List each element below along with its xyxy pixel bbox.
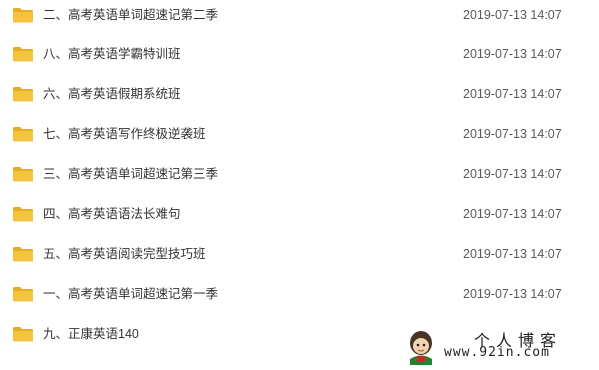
folder-icon bbox=[12, 246, 34, 262]
modified-date: 2019-07-13 14:07 bbox=[463, 247, 562, 261]
folder-row[interactable]: 六、高考英语假期系统班 2019-07-13 14:07 bbox=[0, 80, 599, 120]
folder-row[interactable]: 三、高考英语单词超速记第三季 2019-07-13 14:07 bbox=[0, 160, 599, 200]
folder-name: 五、高考英语阅读完型技巧班 bbox=[43, 247, 206, 261]
modified-date: 2019-07-13 14:07 bbox=[463, 127, 562, 141]
folder-icon bbox=[12, 286, 34, 302]
folder-icon bbox=[12, 126, 34, 142]
folder-row[interactable]: 一、高考英语单词超速记第一季 2019-07-13 14:07 bbox=[0, 280, 599, 320]
watermark-url: www.92in.com bbox=[444, 345, 550, 360]
modified-date: 2019-07-13 14:07 bbox=[463, 207, 562, 221]
folder-name: 一、高考英语单词超速记第一季 bbox=[43, 287, 219, 301]
modified-date: 2019-07-13 14:07 bbox=[463, 8, 562, 22]
folder-icon bbox=[12, 206, 34, 222]
mascot-logo bbox=[404, 325, 438, 365]
folder-icon bbox=[12, 166, 34, 182]
modified-date: 2019-07-13 14:07 bbox=[463, 47, 562, 61]
site-watermark: 个人博客 www.92in.com bbox=[404, 325, 596, 365]
folder-row[interactable]: 二、高考英语单词超速记第二季 2019-07-13 14:07 bbox=[0, 0, 599, 40]
folder-name: 八、高考英语学霸特训班 bbox=[43, 47, 181, 61]
folder-name: 七、高考英语写作终极逆袭班 bbox=[43, 127, 206, 141]
file-list: 二、高考英语单词超速记第二季 2019-07-13 14:07 八、高考英语学霸… bbox=[0, 0, 599, 360]
folder-name: 六、高考英语假期系统班 bbox=[43, 87, 181, 101]
folder-row[interactable]: 四、高考英语语法长难句 2019-07-13 14:07 bbox=[0, 200, 599, 240]
folder-row[interactable]: 五、高考英语阅读完型技巧班 2019-07-13 14:07 bbox=[0, 240, 599, 280]
folder-icon bbox=[12, 86, 34, 102]
modified-date: 2019-07-13 14:07 bbox=[463, 87, 562, 101]
folder-icon bbox=[12, 326, 34, 342]
modified-date: 2019-07-13 14:07 bbox=[463, 167, 562, 181]
folder-row[interactable]: 八、高考英语学霸特训班 2019-07-13 14:07 bbox=[0, 40, 599, 80]
folder-name: 四、高考英语语法长难句 bbox=[43, 207, 181, 221]
modified-date: 2019-07-13 14:07 bbox=[463, 287, 562, 301]
folder-name: 二、高考英语单词超速记第二季 bbox=[43, 8, 219, 22]
folder-icon bbox=[12, 7, 34, 23]
folder-name: 九、正康英语140 bbox=[43, 327, 139, 341]
folder-row[interactable]: 七、高考英语写作终极逆袭班 2019-07-13 14:07 bbox=[0, 120, 599, 160]
folder-name: 三、高考英语单词超速记第三季 bbox=[43, 167, 219, 181]
folder-icon bbox=[12, 46, 34, 62]
